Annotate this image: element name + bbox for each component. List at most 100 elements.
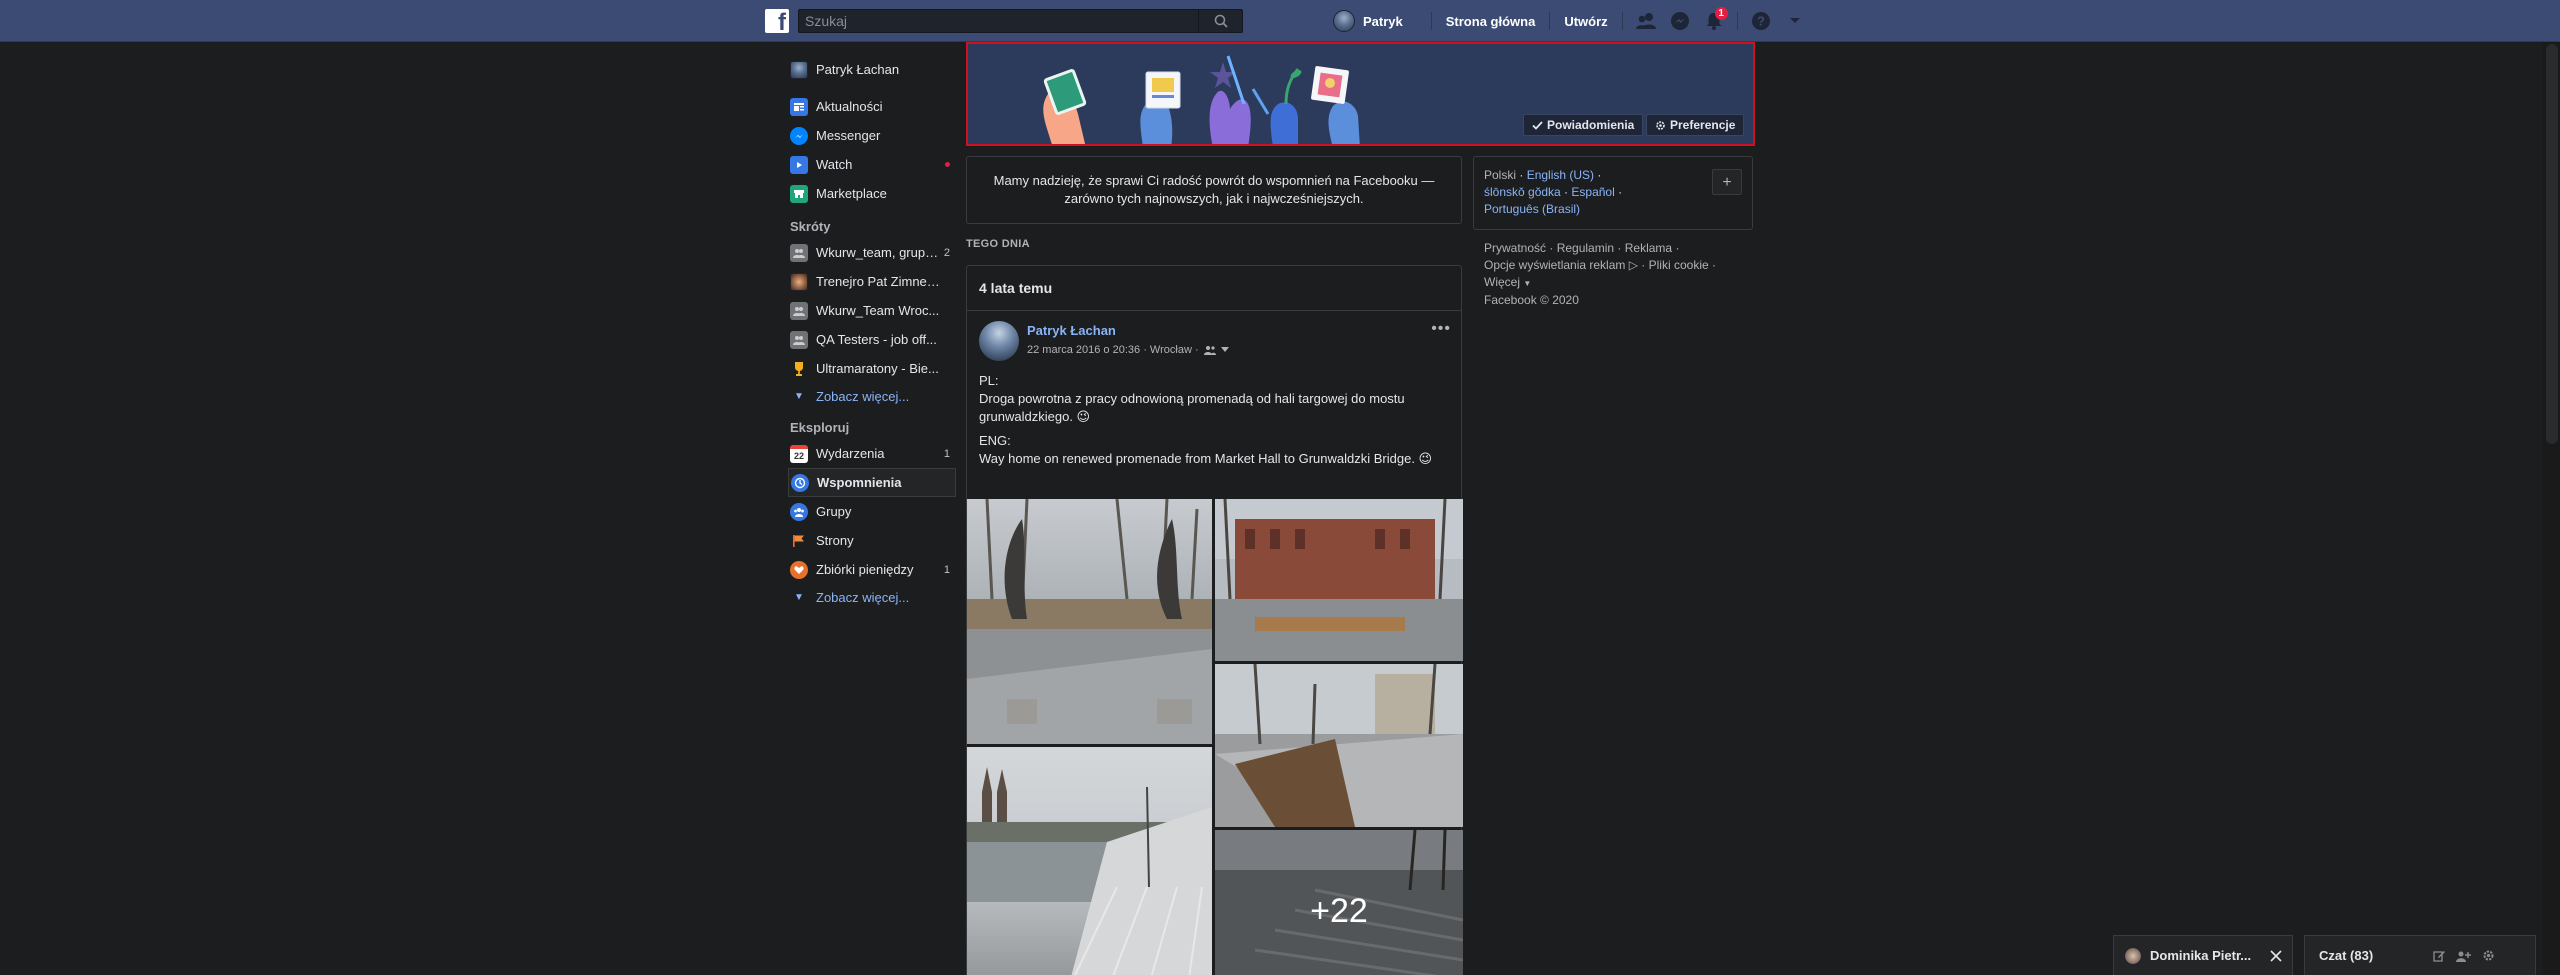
post-photo[interactable] (1215, 499, 1463, 661)
sidebar-item-news-feed[interactable]: Aktualności (790, 92, 950, 121)
memory-post-card: 4 lata temu Patryk Łachan 22 marca 2016 … (966, 265, 1463, 975)
post-timestamp[interactable]: 22 marca 2016 o 20:36 · Wrocław · (1027, 344, 1199, 356)
new-message-icon[interactable] (2433, 949, 2446, 962)
news-feed-icon (790, 97, 808, 116)
fundraiser-icon (790, 560, 808, 579)
account-menu-button[interactable] (1781, 7, 1809, 35)
sidebar-item-label: Wkurw_Team Wroc... (816, 303, 940, 318)
caret-down-icon: ▼ (1523, 279, 1532, 288)
sidebar-item-shortcut[interactable]: Wkurw_team, grupa... 2 (790, 238, 950, 267)
calendar-icon: 22 (790, 444, 808, 463)
current-language: Polski (1484, 168, 1517, 182)
facebook-logo-icon[interactable]: f (765, 9, 789, 33)
avatar[interactable] (979, 321, 1019, 361)
post-author: Patryk Łachan 22 marca 2016 o 20:36 · Wr… (979, 321, 1229, 361)
sidebar-item-events[interactable]: 22 Wydarzenia 1 (790, 439, 950, 468)
ad-choices-icon: ▷ (1628, 258, 1638, 272)
preferences-button[interactable]: Preferencje (1646, 114, 1745, 136)
search-input[interactable] (799, 10, 1199, 32)
groups-icon (790, 502, 808, 521)
sidebar-item-memories[interactable]: Wspomnienia (788, 468, 956, 497)
post-photo[interactable] (967, 499, 1212, 744)
post-photo-more[interactable]: +22 (1215, 830, 1463, 975)
page-avatar (790, 272, 808, 291)
sidebar-item-groups[interactable]: Grupy (790, 497, 950, 526)
chevron-down-icon: ▼ (794, 390, 804, 402)
sidebar-item-watch[interactable]: Watch (790, 150, 950, 179)
footer-link[interactable]: Regulamin (1557, 241, 1614, 255)
help-icon: ? (1751, 12, 1770, 30)
home-link[interactable]: Strona główna (1446, 14, 1536, 29)
new-content-dot (945, 162, 950, 167)
sidebar-item-profile[interactable]: Patryk Łachan (790, 55, 950, 84)
language-link[interactable]: ślōnskŏ gŏdka (1484, 185, 1561, 199)
author-name-link[interactable]: Patryk Łachan (1027, 323, 1229, 338)
post-text: PL: Droga powrotna z pracy odnowioną pro… (979, 372, 1457, 474)
language-link[interactable]: Português (Brasil) (1484, 202, 1580, 216)
footer-link[interactable]: Reklama (1625, 241, 1672, 255)
caret-down-icon[interactable] (1220, 347, 1229, 353)
shortcuts-heading: Skróty (790, 219, 831, 234)
profile-link[interactable]: Patryk (1333, 10, 1411, 32)
market-hall-photo (1215, 499, 1463, 661)
language-link[interactable]: English (US) (1527, 168, 1594, 182)
chat-sidebar-tab[interactable]: Czat (83) (2304, 935, 2536, 975)
friends-icon (1635, 13, 1656, 29)
add-group-icon[interactable] (2456, 950, 2471, 962)
sidebar-item-label: Aktualności (816, 99, 883, 114)
footer-links: Prywatność · Regulamin · Reklama · Opcje… (1484, 241, 1717, 307)
footer-link[interactable]: Więcej (1484, 275, 1520, 289)
post-line: Droga powrotna z pracy odnowioną promena… (979, 391, 1405, 424)
marketplace-icon (790, 184, 808, 203)
messenger-button[interactable] (1666, 7, 1694, 35)
sidebar-item-shortcut[interactable]: QA Testers - job off... (790, 325, 950, 354)
notifications-label: Powiadomienia (1547, 118, 1635, 132)
post-photo[interactable] (967, 747, 1212, 975)
sidebar-item-label: Watch (816, 157, 853, 172)
sidebar-item-shortcut[interactable]: Trenejro Pat Zimnex... (790, 267, 950, 296)
post-photo[interactable] (1215, 664, 1463, 827)
sidebar-item-fundraisers[interactable]: Zbiórki pieniędzy 1 (790, 555, 950, 584)
friend-requests-button[interactable] (1632, 7, 1660, 35)
chevron-down-icon: ▼ (794, 591, 804, 603)
create-link[interactable]: Utwórz (1564, 14, 1607, 29)
close-icon[interactable] (2270, 949, 2282, 962)
language-link[interactable]: Español (1571, 185, 1614, 199)
divider (1736, 12, 1738, 30)
sidebar-item-shortcut[interactable]: Ultramaratony - Bie... (790, 354, 950, 383)
friends-audience-icon[interactable] (1203, 345, 1219, 355)
section-label: TEGO DNIA (966, 238, 1030, 250)
footer-link[interactable]: Prywatność (1484, 241, 1546, 255)
sidebar-item-marketplace[interactable]: Marketplace (790, 179, 950, 208)
notifications-button[interactable]: 1 (1700, 7, 1728, 35)
chat-tab-contact[interactable]: Dominika Pietr... (2113, 935, 2293, 975)
page-scrollbar-thumb[interactable] (2546, 44, 2558, 444)
memories-intro-card: Mamy nadzieję, że sprawi Ci radość powró… (966, 156, 1462, 224)
sidebar-item-label: Trenejro Pat Zimnex... (816, 274, 941, 289)
see-more-label: Zobacz więcej... (816, 589, 910, 605)
more-languages-button[interactable]: + (1712, 169, 1742, 195)
sidebar-item-label: Marketplace (816, 186, 887, 201)
divider (1430, 12, 1432, 30)
search-box (798, 9, 1243, 33)
search-button[interactable] (1198, 10, 1242, 32)
intro-text: Mamy nadzieję, że sprawi Ci radość powró… (993, 173, 1435, 206)
post-options-icon[interactable]: ••• (1431, 320, 1451, 338)
shortcuts-see-more-link[interactable]: ▼ Zobacz więcej... (790, 383, 950, 409)
post-age-label: 4 lata temu (979, 280, 1053, 296)
footer-link[interactable]: Pliki cookie (1649, 258, 1709, 272)
sidebar-item-label: Grupy (816, 504, 852, 519)
sidebar-item-label: QA Testers - job off... (816, 332, 937, 347)
explore-see-more-link[interactable]: ▼ Zobacz więcej... (790, 584, 950, 610)
trophy-icon (790, 360, 808, 378)
memories-icon (791, 473, 809, 492)
gear-icon[interactable] (2482, 949, 2495, 962)
sidebar-item-pages[interactable]: Strony (790, 526, 950, 555)
divider (1621, 12, 1623, 30)
sidebar-item-shortcut[interactable]: Wkurw_Team Wroc... (790, 296, 950, 325)
sidebar-item-messenger[interactable]: Messenger (790, 121, 950, 150)
footer-link[interactable]: Opcje wyświetlania reklam (1484, 258, 1625, 272)
sidebar-item-label: Ultramaratony - Bie... (816, 361, 939, 376)
help-button[interactable]: ? (1747, 7, 1775, 35)
notifications-button[interactable]: Powiadomienia (1523, 114, 1644, 136)
